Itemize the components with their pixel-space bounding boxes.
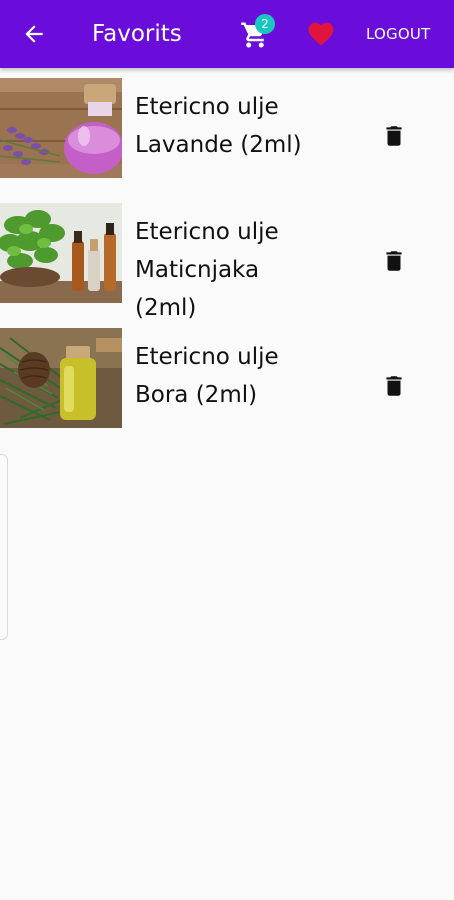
delete-button[interactable] <box>378 370 410 402</box>
trash-icon <box>386 251 402 271</box>
drawer-edge[interactable] <box>0 454 8 640</box>
lemon-balm-oil-photo <box>0 203 122 303</box>
logout-button[interactable]: LOGOUT <box>366 22 430 46</box>
product-name: Etericno ulje Lavande (2ml) <box>135 94 302 158</box>
list-item[interactable]: Etericno ulje Maticnjaka (2ml) <box>0 203 454 328</box>
trash-icon <box>386 126 402 146</box>
favorites-button[interactable] <box>303 18 339 50</box>
pine-oil-photo <box>0 328 122 428</box>
delete-button[interactable] <box>378 245 410 277</box>
cart-count-badge: 2 <box>255 14 275 34</box>
product-name: Etericno ulje Bora (2ml) <box>135 344 279 408</box>
trash-icon <box>386 376 402 396</box>
lavender-oil-photo <box>0 78 122 178</box>
app-bar: Favorits 2 LOGOUT <box>0 0 454 68</box>
heart-icon <box>308 22 334 46</box>
page-title: Favorits <box>92 21 182 47</box>
favorites-list: Etericno ulje Lavande (2ml) Etericno ulj… <box>0 78 454 453</box>
arrow-left-icon <box>25 25 43 43</box>
delete-button[interactable] <box>378 120 410 152</box>
back-button[interactable] <box>16 16 52 52</box>
product-name: Etericno ulje Maticnjaka (2ml) <box>135 219 279 321</box>
cart-button[interactable]: 2 <box>236 14 280 54</box>
list-item[interactable]: Etericno ulje Lavande (2ml) <box>0 78 454 203</box>
list-item[interactable]: Etericno ulje Bora (2ml) <box>0 328 454 453</box>
